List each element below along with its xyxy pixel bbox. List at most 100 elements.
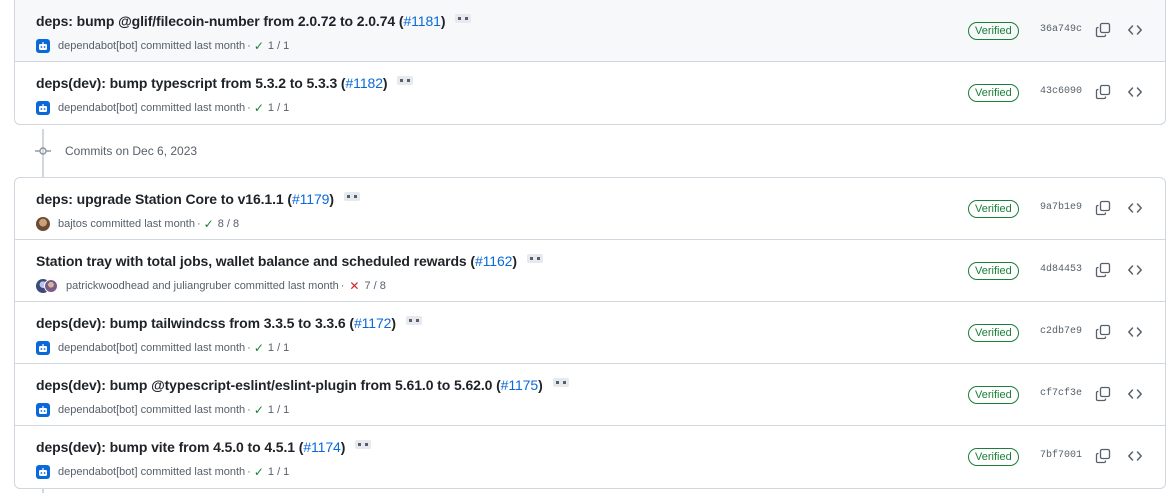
commit-title-link[interactable]: deps(dev): bump tailwindcss from 3.3.5 t… [36, 315, 396, 331]
author-link[interactable]: dependabot[bot] [58, 102, 138, 114]
git-commit-icon [35, 143, 51, 159]
pr-link[interactable]: #1179 [292, 191, 330, 207]
browse-code-icon[interactable] [1127, 324, 1143, 340]
meta-separator: · [247, 40, 251, 52]
expand-message-button[interactable] [455, 13, 472, 23]
expand-message-button[interactable] [526, 253, 543, 263]
commit-sha-link[interactable]: 43c6090 [1040, 86, 1082, 97]
check-icon[interactable]: ✓ [204, 217, 214, 231]
expand-message-button[interactable] [405, 315, 422, 325]
verified-badge[interactable]: Verified [968, 324, 1019, 342]
copy-icon[interactable] [1095, 448, 1111, 464]
commit-title-link[interactable]: Station tray with total jobs, wallet bal… [36, 253, 517, 269]
ellipsis-icon [358, 442, 369, 446]
meta-separator: · [247, 342, 251, 354]
verified-badge[interactable]: Verified [968, 22, 1019, 40]
pr-link[interactable]: #1162 [475, 253, 513, 269]
commit-sha-link[interactable]: 9a7b1e9 [1040, 202, 1082, 213]
timeline-line-bottom [42, 489, 44, 493]
bot-avatar-icon[interactable] [36, 465, 50, 479]
checks-count[interactable]: 1 / 1 [268, 40, 289, 52]
commit-title-link[interactable]: deps(dev): bump vite from 4.5.0 to 4.5.1… [36, 439, 345, 455]
copy-icon[interactable] [1095, 262, 1111, 278]
check-icon[interactable]: ✓ [254, 39, 264, 53]
committed-label: committed [140, 102, 192, 114]
checks-count[interactable]: 8 / 8 [218, 218, 239, 230]
commit-row: deps(dev): bump tailwindcss from 3.3.5 t… [15, 302, 1165, 364]
day-label: Commits on Dec 6, 2023 [65, 144, 198, 158]
commit-title: deps: bump @glif/filecoin-number from 2.… [36, 13, 404, 29]
commit-title-paren: ) [329, 191, 334, 207]
commit-title-line: deps: upgrade Station Core to v16.1.1 (#… [36, 191, 360, 207]
commit-sha-link[interactable]: c2db7e9 [1040, 326, 1082, 337]
committed-label: committed [140, 342, 192, 354]
commit-sha-link[interactable]: 36a749c [1040, 24, 1082, 35]
checks-count[interactable]: 1 / 1 [268, 342, 289, 354]
verified-badge[interactable]: Verified [968, 84, 1019, 102]
expand-message-button[interactable] [343, 191, 360, 201]
expand-message-button[interactable] [355, 439, 372, 449]
commit-title-link[interactable]: deps(dev): bump @typescript-eslint/eslin… [36, 377, 543, 393]
author-link[interactable]: dependabot[bot] [58, 466, 138, 478]
author-link[interactable]: patrickwoodhead and juliangruber [66, 280, 231, 292]
check-icon[interactable]: ✓ [254, 101, 264, 115]
avatar[interactable] [36, 217, 50, 231]
committed-label: committed [234, 280, 285, 292]
commit-title-link[interactable]: deps(dev): bump typescript from 5.3.2 to… [36, 75, 388, 91]
browse-code-icon[interactable] [1127, 262, 1143, 278]
commit-title-link[interactable]: deps: bump @glif/filecoin-number from 2.… [36, 13, 446, 29]
checks-count[interactable]: 1 / 1 [268, 102, 289, 114]
check-icon[interactable]: ✓ [254, 341, 264, 355]
bot-avatar-icon[interactable] [36, 39, 50, 53]
meta-separator: · [340, 280, 345, 292]
commit-sha-link[interactable]: cf7cf3e [1040, 388, 1082, 399]
commit-title: deps(dev): bump tailwindcss from 3.3.5 t… [36, 315, 354, 331]
pr-link[interactable]: #1172 [354, 315, 392, 331]
committed-label: committed [90, 218, 142, 230]
bot-avatar-icon[interactable] [36, 341, 50, 355]
browse-code-icon[interactable] [1127, 84, 1143, 100]
checks-count[interactable]: 7 / 8 [364, 280, 385, 292]
bot-avatar-icon[interactable] [36, 403, 50, 417]
verified-badge[interactable]: Verified [968, 386, 1019, 404]
relative-time: last month [194, 404, 246, 416]
commit-sha-link[interactable]: 4d84453 [1040, 264, 1082, 275]
pr-link[interactable]: #1175 [501, 377, 539, 393]
copy-icon[interactable] [1095, 324, 1111, 340]
browse-code-icon[interactable] [1127, 22, 1143, 38]
verified-badge[interactable]: Verified [968, 262, 1019, 280]
commit-title: deps(dev): bump @typescript-eslint/eslin… [36, 377, 501, 393]
author-link[interactable]: dependabot[bot] [58, 342, 138, 354]
check-icon[interactable]: ✓ [254, 403, 264, 417]
checks-count[interactable]: 1 / 1 [268, 404, 289, 416]
copy-icon[interactable] [1095, 22, 1111, 38]
copy-icon[interactable] [1095, 386, 1111, 402]
x-icon[interactable]: ✕ [349, 279, 359, 293]
verified-badge[interactable]: Verified [968, 200, 1019, 218]
author-link[interactable]: dependabot[bot] [58, 40, 138, 52]
browse-code-icon[interactable] [1127, 200, 1143, 216]
check-icon[interactable]: ✓ [254, 465, 264, 479]
copy-icon[interactable] [1095, 84, 1111, 100]
browse-code-icon[interactable] [1127, 386, 1143, 402]
commit-title-link[interactable]: deps: upgrade Station Core to v16.1.1 (#… [36, 191, 334, 207]
co-author-avatars[interactable] [36, 279, 58, 293]
verified-badge[interactable]: Verified [968, 448, 1019, 466]
pr-link[interactable]: #1174 [303, 439, 341, 455]
expand-message-button[interactable] [397, 75, 414, 85]
avatar[interactable] [44, 279, 58, 293]
bot-avatar-icon[interactable] [36, 101, 50, 115]
ellipsis-icon [529, 256, 540, 260]
author-link[interactable]: dependabot[bot] [58, 404, 138, 416]
author-link[interactable]: bajtos [58, 218, 87, 230]
commit-title-line: deps(dev): bump vite from 4.5.0 to 4.5.1… [36, 439, 372, 455]
copy-icon[interactable] [1095, 200, 1111, 216]
pr-link[interactable]: #1182 [346, 75, 384, 91]
checks-count[interactable]: 1 / 1 [268, 466, 289, 478]
expand-message-button[interactable] [552, 377, 569, 387]
commit-sha-link[interactable]: 7bf7001 [1040, 450, 1082, 461]
pr-link[interactable]: #1181 [403, 13, 441, 29]
commit-title-paren: ) [340, 439, 346, 455]
browse-code-icon[interactable] [1127, 448, 1143, 464]
commit-row: deps(dev): bump @typescript-eslint/eslin… [15, 364, 1165, 426]
